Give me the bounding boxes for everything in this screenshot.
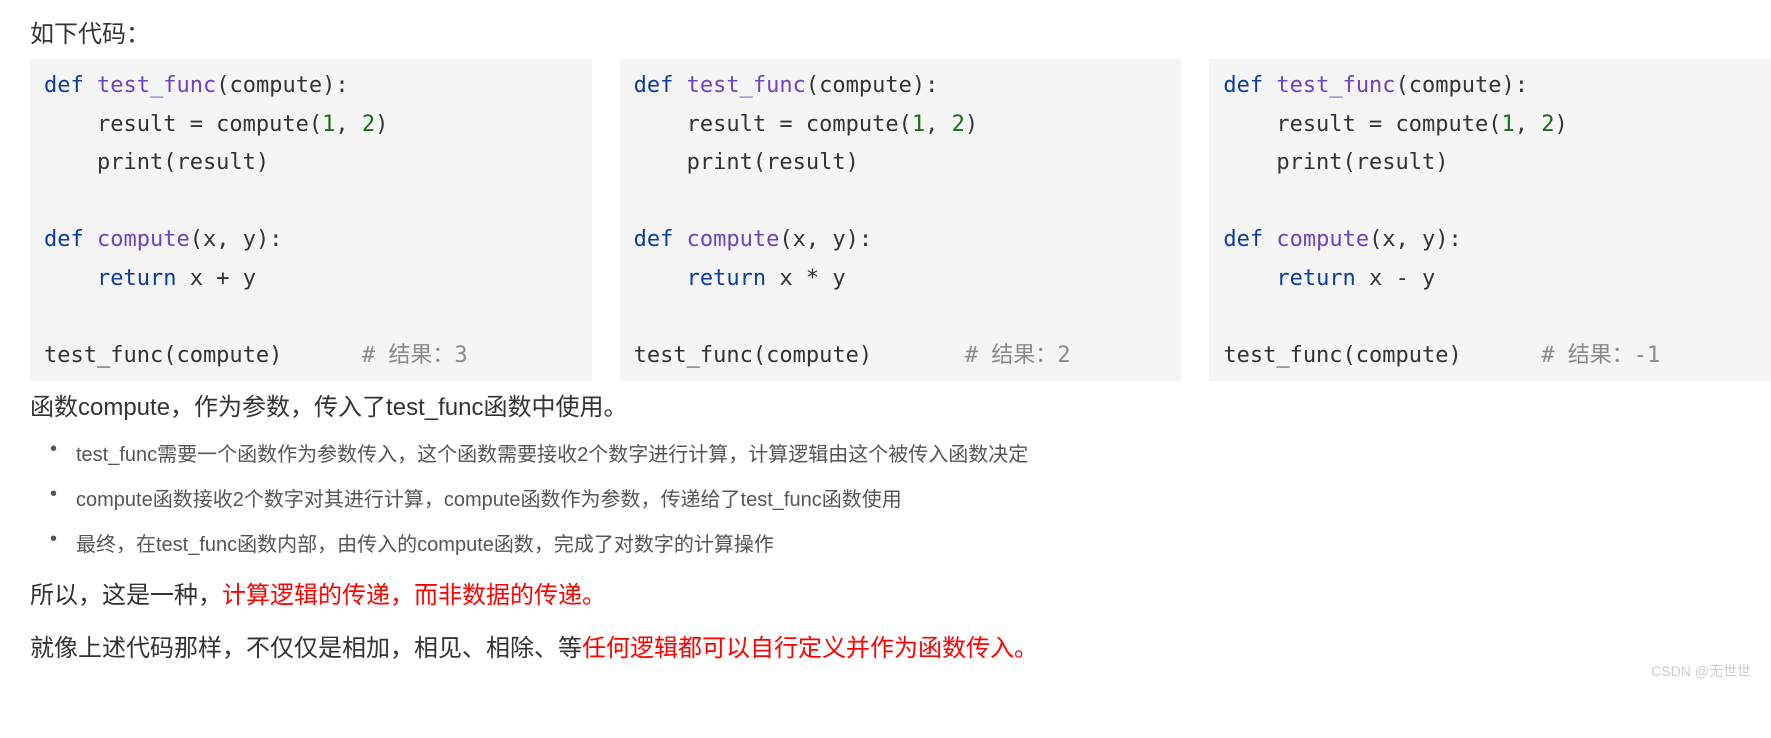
code-examples-row: def test_func(compute): result = compute… <box>30 59 1771 381</box>
summary-text: 函数compute，作为参数，传入了test_func函数中使用。 <box>30 387 1771 422</box>
code-example-2: def test_func(compute): result = compute… <box>620 59 1182 381</box>
conclusion-1: 所以，这是一种，计算逻辑的传递，而非数据的传递。 <box>30 575 1771 610</box>
bullet-item: test_func需要一个函数作为参数传入，这个函数需要接收2个数字进行计算，计… <box>50 438 1771 467</box>
conclusion-2: 就像上述代码那样，不仅仅是相加，相见、相除、等任何逻辑都可以自行定义并作为函数传… <box>30 628 1771 663</box>
watermark-text: CSDN @无世世 <box>1651 661 1751 681</box>
code-example-1: def test_func(compute): result = compute… <box>30 59 592 381</box>
bullet-item: compute函数接收2个数字对其进行计算，compute函数作为参数，传递给了… <box>50 483 1771 512</box>
bullet-list: test_func需要一个函数作为参数传入，这个函数需要接收2个数字进行计算，计… <box>50 438 1771 557</box>
bullet-item: 最终，在test_func函数内部，由传入的compute函数，完成了对数字的计… <box>50 528 1771 557</box>
code-example-3: def test_func(compute): result = compute… <box>1209 59 1771 381</box>
intro-text: 如下代码： <box>30 14 1771 49</box>
